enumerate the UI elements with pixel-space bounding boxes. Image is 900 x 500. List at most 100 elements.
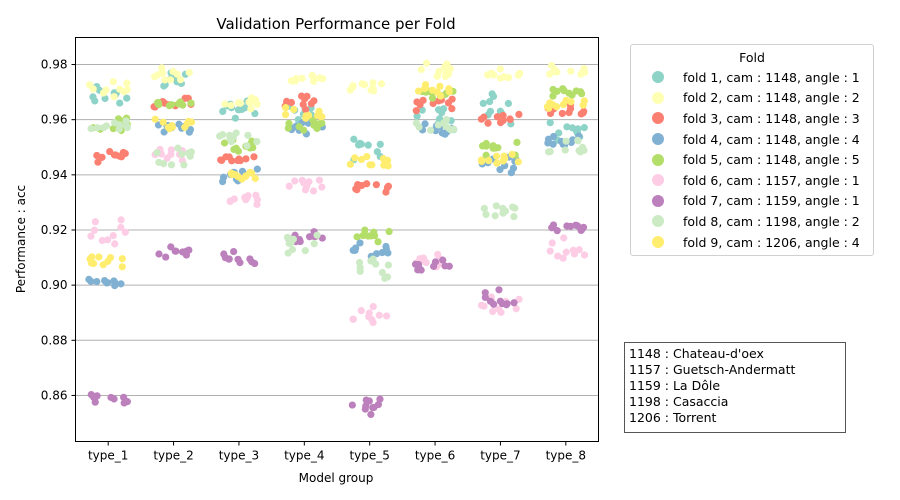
data-point-fold-2 <box>110 93 118 101</box>
data-point-fold-6 <box>560 234 568 242</box>
data-point-fold-2 <box>496 65 504 73</box>
data-point-fold-2 <box>441 72 450 81</box>
legend-label: fold 6, cam : 1157, angle : 1 <box>683 172 860 188</box>
x-axis-label: Model group <box>299 471 374 485</box>
data-point-fold-6 <box>369 318 377 327</box>
data-point-fold-5 <box>568 91 576 99</box>
data-point-fold-9 <box>445 85 453 93</box>
data-point-fold-9 <box>95 253 103 261</box>
legend-item: fold 8, cam : 1198, angle : 2 <box>631 211 873 232</box>
data-point-fold-9 <box>159 118 167 126</box>
data-point-fold-8 <box>178 150 186 158</box>
site-line: 1198 : Casaccia <box>629 394 729 409</box>
data-point-fold-8 <box>153 148 161 157</box>
data-point-fold-8 <box>159 160 168 168</box>
legend-label: fold 7, cam : 1159, angle : 1 <box>683 193 860 209</box>
data-point-fold-2 <box>185 68 193 77</box>
legend-label: fold 2, cam : 1148, angle : 2 <box>683 90 860 106</box>
data-point-fold-6 <box>117 216 125 224</box>
data-point-fold-2 <box>433 72 441 80</box>
legend-label: fold 3, cam : 1148, angle : 3 <box>683 110 860 126</box>
data-point-fold-2 <box>227 101 235 109</box>
data-point-fold-8 <box>216 132 224 140</box>
data-point-fold-9 <box>234 173 242 181</box>
data-point-fold-2 <box>547 61 556 70</box>
data-point-fold-7 <box>120 393 128 401</box>
data-point-fold-6 <box>300 179 308 187</box>
data-point-fold-7 <box>230 247 238 256</box>
data-point-fold-3 <box>234 156 242 165</box>
data-point-fold-5 <box>428 94 437 102</box>
data-point-fold-6 <box>562 248 570 256</box>
data-point-fold-2 <box>567 67 575 75</box>
data-point-fold-7 <box>414 262 423 270</box>
data-point-fold-8 <box>283 233 292 241</box>
data-point-fold-6 <box>91 218 99 226</box>
data-point-fold-1 <box>231 114 239 122</box>
data-point-fold-4 <box>549 132 558 141</box>
data-point-fold-4 <box>103 279 111 287</box>
legend-marker-icon <box>652 194 664 207</box>
data-point-fold-6 <box>548 239 556 247</box>
legend-item: fold 5, cam : 1148, angle : 5 <box>631 149 873 170</box>
data-point-fold-7 <box>481 289 489 297</box>
data-point-fold-9 <box>493 159 501 167</box>
data-point-fold-3 <box>484 119 492 127</box>
data-point-fold-7 <box>110 395 118 403</box>
data-point-fold-7 <box>306 233 314 241</box>
data-point-fold-2 <box>109 78 117 86</box>
data-point-fold-6 <box>285 182 293 190</box>
data-point-fold-8 <box>310 240 318 248</box>
data-point-fold-3 <box>384 182 393 190</box>
data-point-fold-9 <box>562 96 570 104</box>
data-point-fold-8 <box>122 117 130 125</box>
data-point-fold-7 <box>367 410 375 419</box>
data-point-fold-9 <box>580 97 588 105</box>
y-tick-label: 0.88 <box>41 333 68 347</box>
data-point-fold-6 <box>309 187 318 195</box>
data-point-fold-3 <box>558 109 566 118</box>
data-point-fold-6 <box>242 196 250 204</box>
data-point-fold-7 <box>91 394 99 402</box>
legend-item: fold 7, cam : 1159, angle : 1 <box>631 191 873 212</box>
data-point-fold-3 <box>499 111 507 120</box>
data-point-fold-9 <box>508 150 516 159</box>
data-point-fold-9 <box>228 170 236 179</box>
data-point-fold-7 <box>155 250 163 258</box>
data-point-fold-6 <box>90 226 99 234</box>
data-point-fold-4 <box>382 242 390 251</box>
data-point-fold-3 <box>515 110 523 119</box>
data-point-fold-9 <box>168 121 176 130</box>
legend-marker-icon <box>652 71 664 84</box>
legend-item: fold 3, cam : 1148, angle : 3 <box>631 108 873 129</box>
data-point-fold-8 <box>561 146 569 154</box>
data-point-fold-7 <box>365 397 373 405</box>
data-point-fold-6 <box>546 247 554 255</box>
data-point-fold-9 <box>514 158 522 166</box>
data-point-fold-9 <box>281 111 290 119</box>
site-line: 1157 : Guetsch-Andermatt <box>629 362 796 377</box>
legend-marker-icon <box>652 215 664 228</box>
data-point-fold-1 <box>238 105 246 114</box>
data-point-fold-8 <box>102 122 111 130</box>
data-point-fold-8 <box>244 131 252 139</box>
data-point-fold-8 <box>491 212 499 220</box>
data-point-fold-6 <box>575 246 583 254</box>
data-point-fold-8 <box>174 144 182 152</box>
data-point-fold-9 <box>379 155 388 163</box>
data-point-fold-9 <box>384 162 392 170</box>
data-point-fold-2 <box>369 87 378 95</box>
data-point-fold-7 <box>495 286 503 294</box>
data-point-fold-8 <box>499 209 507 217</box>
data-point-fold-1 <box>364 141 372 149</box>
site-legend: 1148 : Chateau-d'oex 1157 : Guetsch-Ande… <box>624 342 846 433</box>
data-point-fold-6 <box>497 308 505 316</box>
data-point-fold-5 <box>489 144 497 152</box>
data-point-fold-9 <box>87 259 96 267</box>
data-point-fold-2 <box>310 77 318 85</box>
data-point-fold-8 <box>510 213 518 221</box>
data-point-fold-2 <box>176 76 185 84</box>
data-point-fold-5 <box>549 85 557 94</box>
data-point-fold-5 <box>385 227 393 236</box>
x-tick-label: type_5 <box>349 449 389 463</box>
